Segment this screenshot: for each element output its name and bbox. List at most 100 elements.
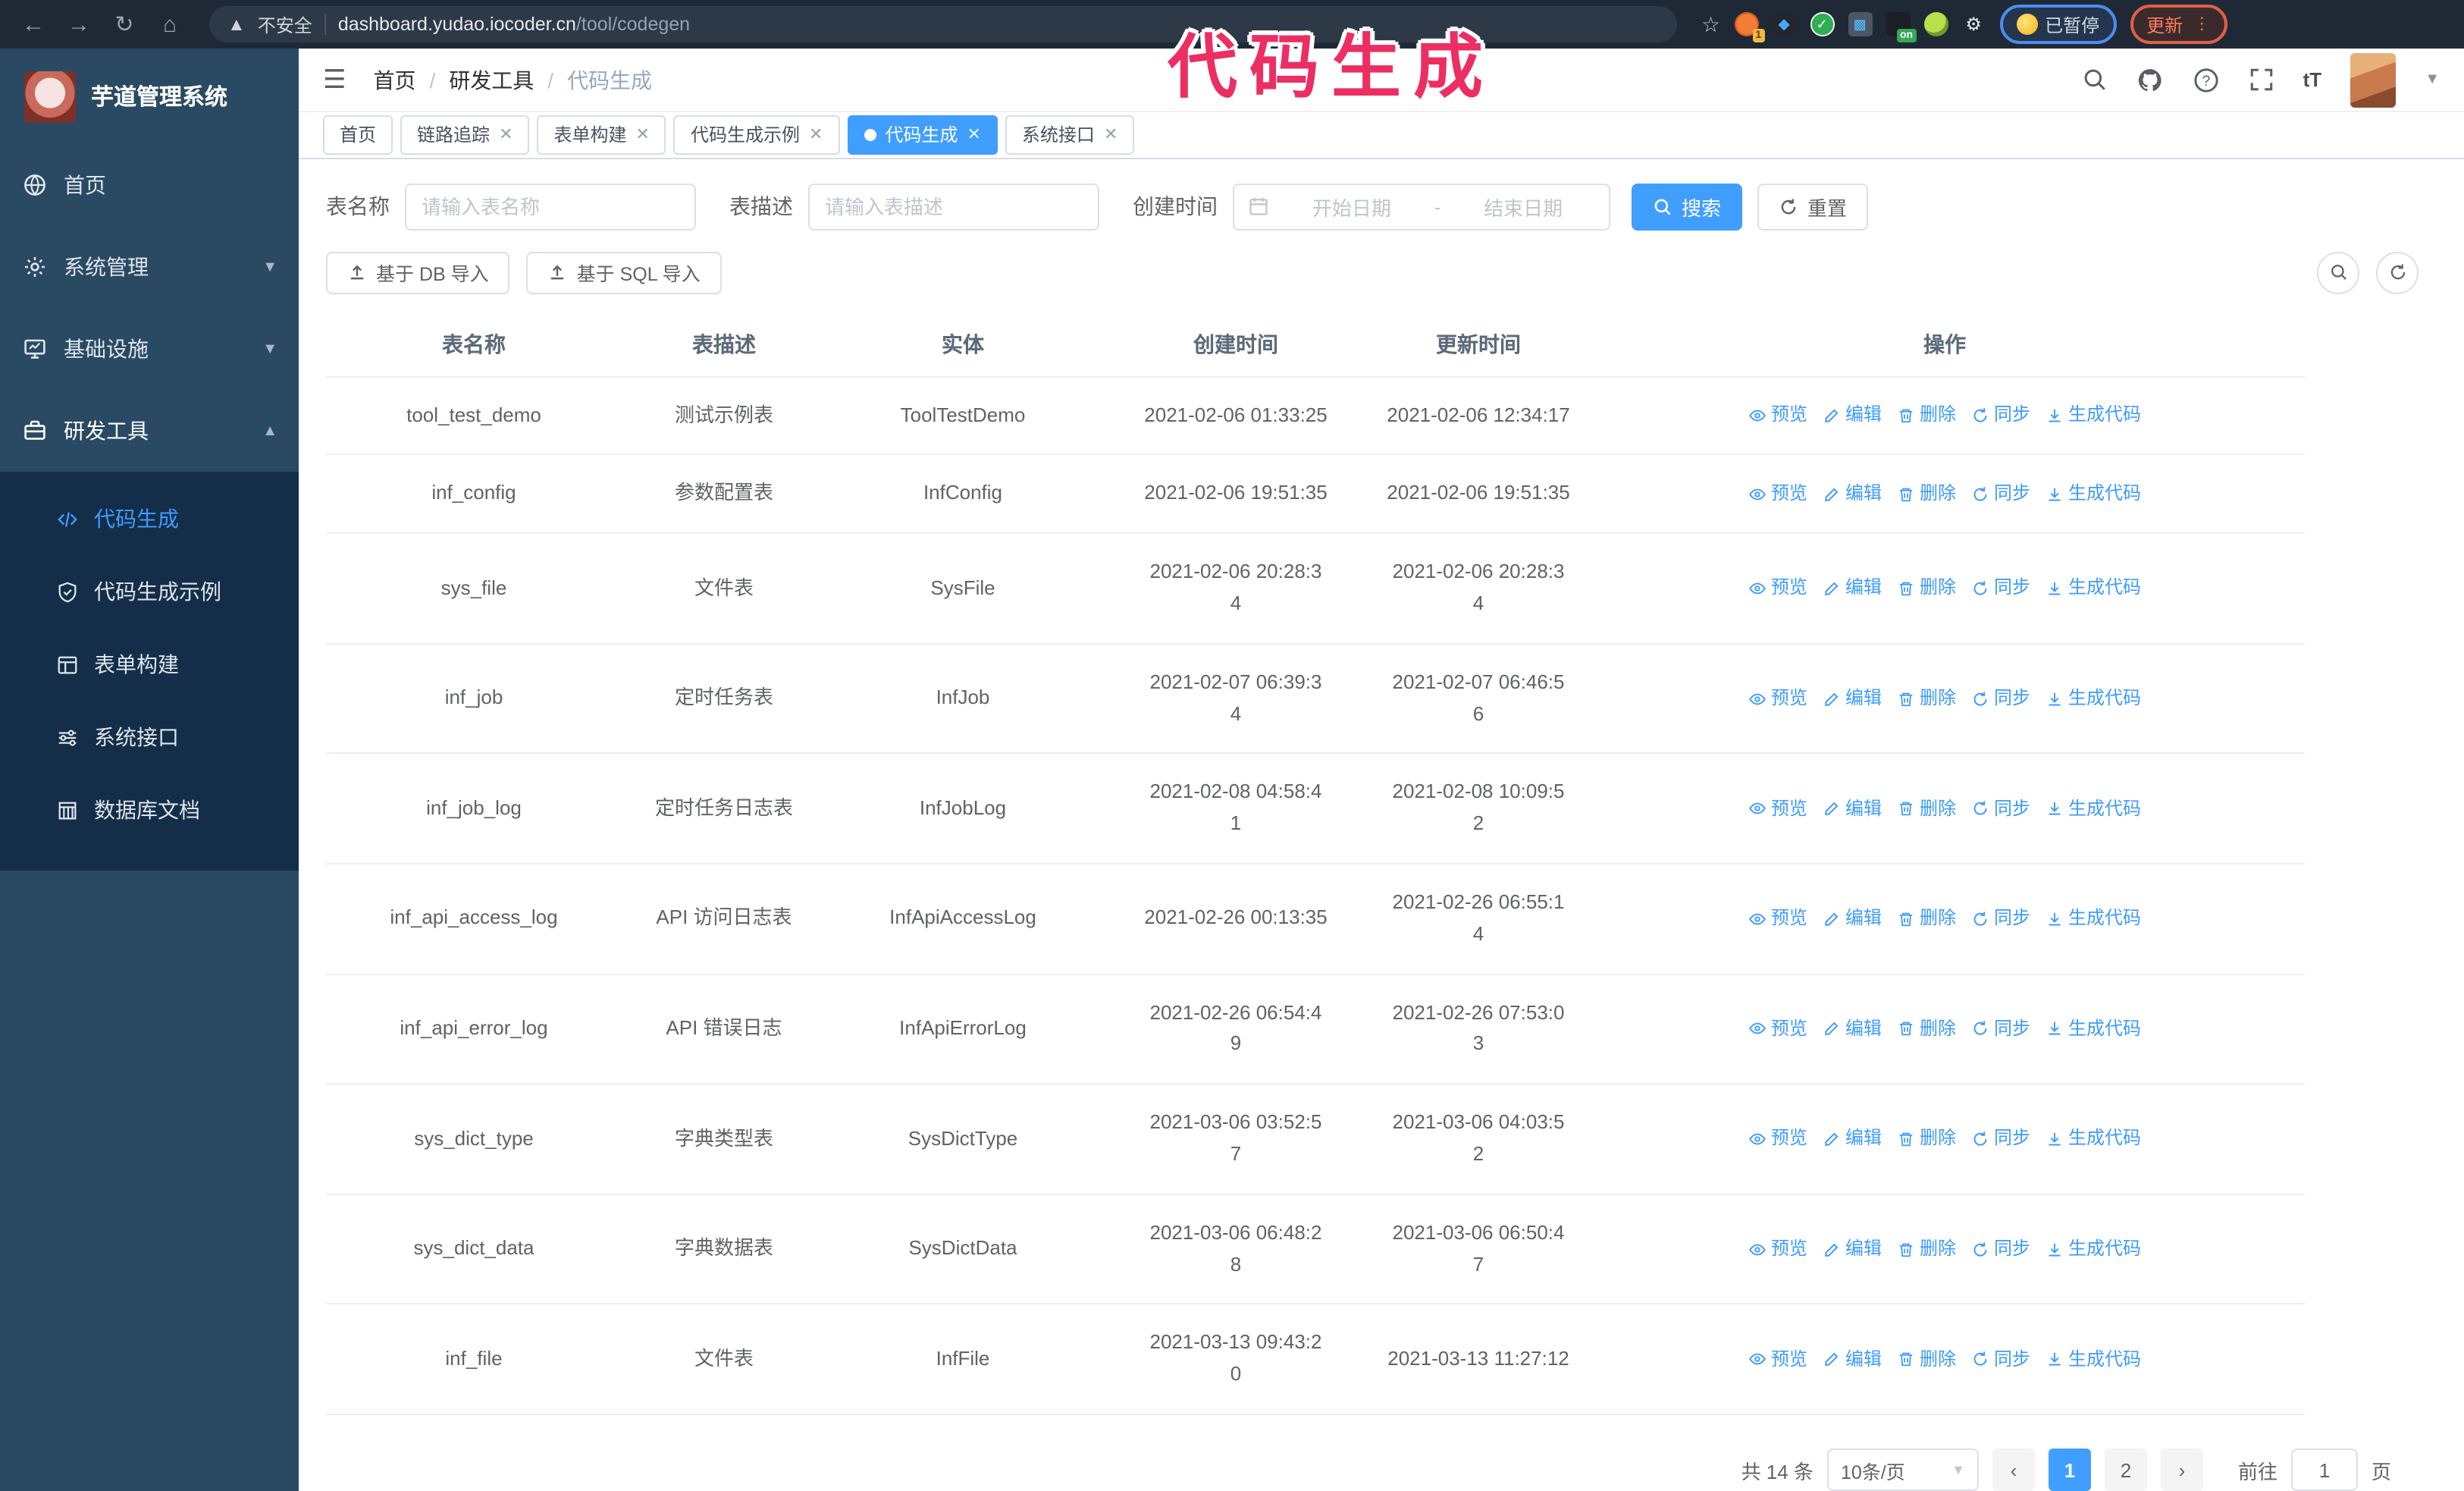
- extensions-puzzle-icon[interactable]: ⚙: [1961, 12, 1986, 36]
- preview-link[interactable]: 预览: [1748, 684, 1807, 713]
- generate-code-link[interactable]: 生成代码: [2045, 1235, 2141, 1263]
- edit-link[interactable]: 编辑: [1823, 480, 1882, 509]
- sync-link[interactable]: 同步: [1971, 480, 2030, 509]
- github-icon[interactable]: [2136, 66, 2164, 93]
- page-button-1[interactable]: 1: [2048, 1449, 2091, 1491]
- close-icon[interactable]: ✕: [636, 125, 650, 145]
- collapse-sidebar-icon[interactable]: ☰: [323, 64, 346, 95]
- user-avatar[interactable]: [2350, 52, 2397, 108]
- sync-link[interactable]: 同步: [1971, 794, 2030, 823]
- search-button[interactable]: 搜索: [1632, 183, 1743, 231]
- submenu-item-db-doc[interactable]: 数据库文档: [0, 774, 299, 846]
- toggle-search-button[interactable]: [2317, 251, 2359, 294]
- tab-codegen-example[interactable]: 代码生成示例 ✕: [673, 115, 840, 155]
- bookmark-star-icon[interactable]: ☆: [1701, 11, 1720, 37]
- submenu-item-codegen-example[interactable]: 代码生成示例: [0, 555, 299, 628]
- edit-link[interactable]: 编辑: [1823, 574, 1882, 603]
- edit-link[interactable]: 编辑: [1823, 1235, 1882, 1263]
- tab-home[interactable]: 首页: [323, 115, 393, 155]
- extension-icon-grid[interactable]: ▩: [1848, 12, 1873, 36]
- edit-link[interactable]: 编辑: [1823, 1345, 1882, 1373]
- reset-button[interactable]: 重置: [1757, 183, 1869, 231]
- fullscreen-icon[interactable]: [2249, 67, 2274, 93]
- preview-link[interactable]: 预览: [1748, 401, 1807, 430]
- overflow-menu-icon[interactable]: ⋮: [2193, 16, 2210, 33]
- sync-link[interactable]: 同步: [1971, 904, 2030, 933]
- delete-link[interactable]: 删除: [1897, 401, 1956, 430]
- sidebar-item-infra[interactable]: 基础设施 ▼: [0, 308, 299, 390]
- delete-link[interactable]: 删除: [1897, 1235, 1956, 1263]
- help-icon[interactable]: ?: [2193, 66, 2220, 93]
- generate-code-link[interactable]: 生成代码: [2045, 480, 2141, 509]
- edit-link[interactable]: 编辑: [1823, 684, 1882, 713]
- delete-link[interactable]: 删除: [1897, 794, 1956, 823]
- user-menu-caret-icon[interactable]: ▼: [2425, 71, 2440, 88]
- submenu-item-form-builder[interactable]: 表单构建: [0, 628, 299, 701]
- paused-pill[interactable]: 已暂停: [1999, 5, 2117, 44]
- edit-link[interactable]: 编辑: [1823, 904, 1882, 933]
- delete-link[interactable]: 删除: [1897, 1125, 1956, 1154]
- tab-tracing[interactable]: 链路追踪 ✕: [400, 115, 530, 155]
- delete-link[interactable]: 删除: [1897, 1015, 1956, 1044]
- preview-link[interactable]: 预览: [1748, 1015, 1807, 1044]
- home-icon[interactable]: ⌂: [152, 6, 188, 42]
- generate-code-link[interactable]: 生成代码: [2045, 1125, 2141, 1154]
- goto-page-input[interactable]: [2290, 1449, 2358, 1491]
- prev-page-button[interactable]: ‹: [1992, 1449, 2035, 1491]
- delete-link[interactable]: 删除: [1897, 684, 1956, 713]
- tab-form-builder[interactable]: 表单构建 ✕: [537, 115, 666, 155]
- sync-link[interactable]: 同步: [1971, 1015, 2030, 1044]
- extension-icon-lime[interactable]: [1923, 12, 1948, 36]
- table-desc-input[interactable]: [808, 183, 1099, 231]
- submenu-item-system-api[interactable]: 系统接口: [0, 701, 299, 774]
- delete-link[interactable]: 删除: [1897, 1345, 1956, 1373]
- page-size-select[interactable]: 10条/页 ▼: [1826, 1449, 1979, 1491]
- close-icon[interactable]: ✕: [809, 125, 823, 145]
- preview-link[interactable]: 预览: [1748, 1235, 1807, 1263]
- edit-link[interactable]: 编辑: [1823, 401, 1882, 430]
- sync-link[interactable]: 同步: [1971, 684, 2030, 713]
- generate-code-link[interactable]: 生成代码: [2045, 684, 2141, 713]
- edit-link[interactable]: 编辑: [1823, 794, 1882, 823]
- delete-link[interactable]: 删除: [1897, 480, 1956, 509]
- sync-link[interactable]: 同步: [1971, 1235, 2030, 1263]
- breadcrumb-home[interactable]: 首页: [374, 64, 416, 95]
- extension-icon-diamond[interactable]: ◆: [1772, 12, 1797, 36]
- delete-link[interactable]: 删除: [1897, 574, 1956, 603]
- generate-code-link[interactable]: 生成代码: [2045, 401, 2141, 430]
- table-name-input[interactable]: [405, 183, 696, 231]
- close-icon[interactable]: ✕: [967, 125, 980, 145]
- forward-icon[interactable]: →: [61, 6, 97, 42]
- app-logo-row[interactable]: 芋道管理系统: [0, 49, 299, 144]
- preview-link[interactable]: 预览: [1748, 1125, 1807, 1154]
- generate-code-link[interactable]: 生成代码: [2045, 794, 2141, 823]
- preview-link[interactable]: 预览: [1748, 480, 1807, 509]
- date-range-picker[interactable]: 开始日期 - 结束日期: [1233, 183, 1610, 231]
- delete-link[interactable]: 删除: [1897, 904, 1956, 933]
- back-icon[interactable]: ←: [15, 6, 52, 42]
- generate-code-link[interactable]: 生成代码: [2045, 1345, 2141, 1373]
- sync-link[interactable]: 同步: [1971, 1345, 2030, 1373]
- extension-icon-orange[interactable]: 1: [1734, 12, 1765, 42]
- font-size-icon[interactable]: tT: [2303, 68, 2322, 91]
- submenu-item-codegen[interactable]: 代码生成: [0, 482, 299, 555]
- sidebar-item-home[interactable]: 首页: [0, 144, 299, 226]
- edit-link[interactable]: 编辑: [1823, 1125, 1882, 1154]
- sidebar-item-system[interactable]: 系统管理 ▼: [0, 226, 299, 308]
- generate-code-link[interactable]: 生成代码: [2045, 1015, 2141, 1044]
- generate-code-link[interactable]: 生成代码: [2045, 904, 2141, 933]
- preview-link[interactable]: 预览: [1748, 794, 1807, 823]
- sync-link[interactable]: 同步: [1971, 1125, 2030, 1154]
- preview-link[interactable]: 预览: [1748, 904, 1807, 933]
- search-icon[interactable]: [2082, 67, 2108, 93]
- sync-link[interactable]: 同步: [1971, 574, 2030, 603]
- sidebar-item-devtools[interactable]: 研发工具 ▲: [0, 390, 299, 472]
- breadcrumb-devtools[interactable]: 研发工具: [449, 64, 534, 95]
- sync-link[interactable]: 同步: [1971, 401, 2030, 430]
- db-import-button[interactable]: 基于 DB 导入: [326, 251, 510, 294]
- close-icon[interactable]: ✕: [499, 125, 513, 145]
- tab-codegen[interactable]: 代码生成 ✕: [847, 115, 998, 155]
- preview-link[interactable]: 预览: [1748, 574, 1807, 603]
- reload-icon[interactable]: ↻: [106, 6, 143, 42]
- edit-link[interactable]: 编辑: [1823, 1015, 1882, 1044]
